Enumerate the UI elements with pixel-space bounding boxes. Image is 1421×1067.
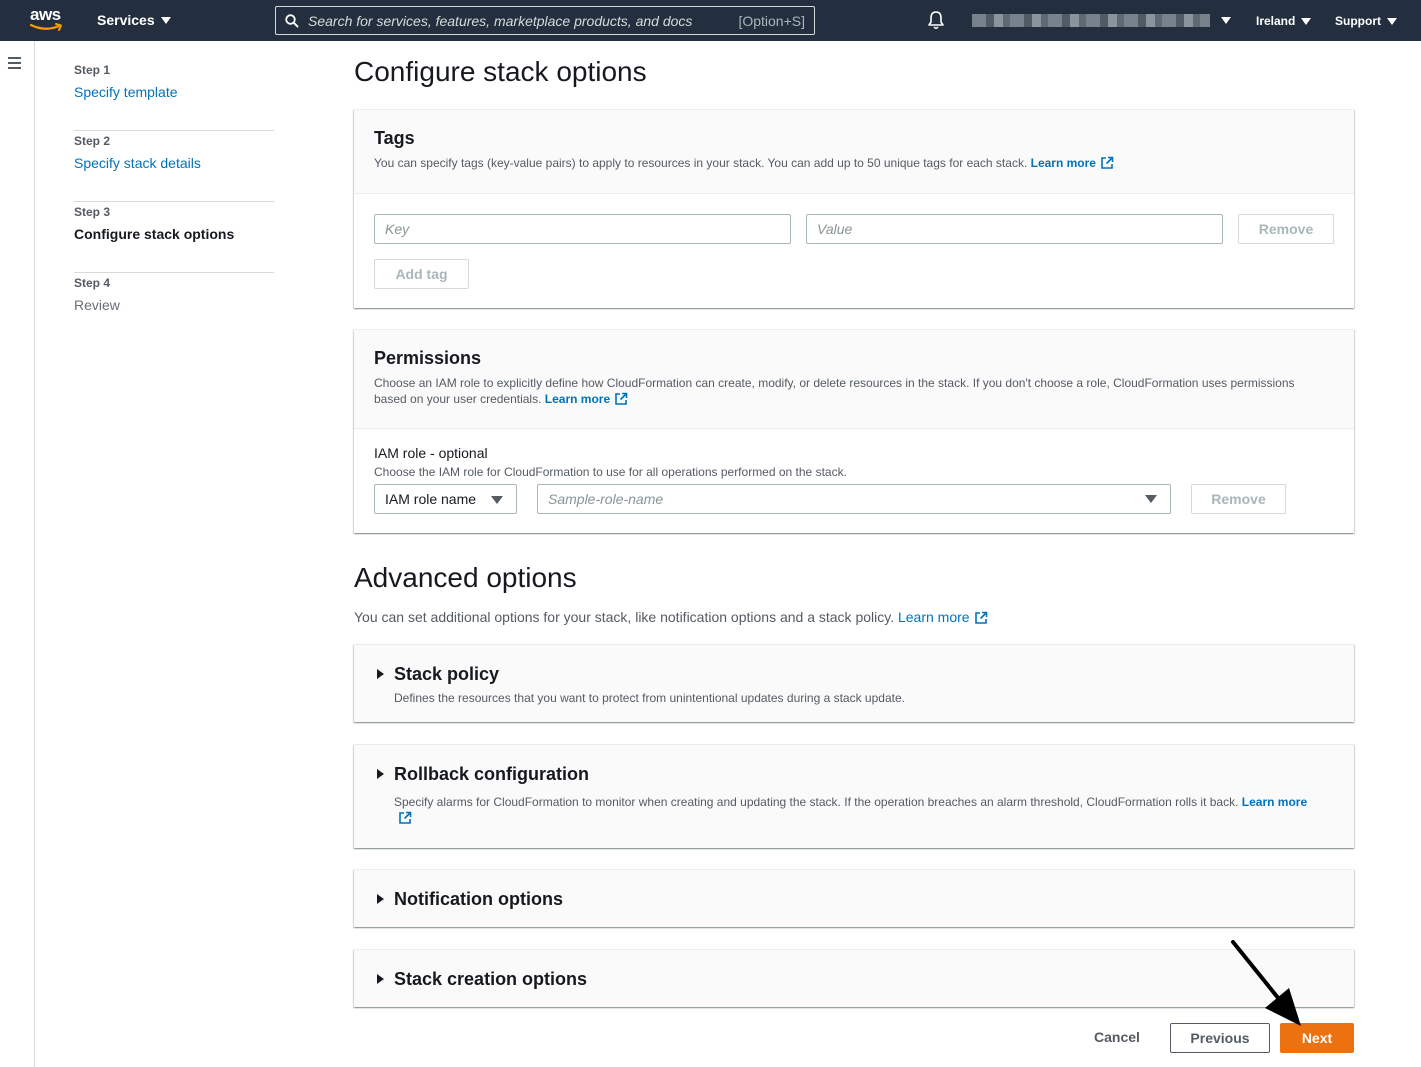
add-tag-button[interactable]: Add tag [374,259,469,289]
step-current-configure-stack-options: Configure stack options [74,226,235,242]
role-name-select[interactable]: Sample-role-name [537,484,1171,514]
step-number: Step 3 [74,205,111,219]
support-label: Support [1335,14,1381,28]
external-link-icon [615,392,628,405]
region-menu[interactable]: Ireland [1256,14,1312,28]
notification-options-section[interactable]: Notification options [354,869,1354,927]
step-review: Review [74,297,120,313]
step-2: Step 2 Specify stack details [74,131,274,202]
step-1: Step 1 Specify template [74,60,274,131]
expand-triangle-icon [377,894,384,904]
services-label: Services [97,12,155,28]
step-4: Step 4 Review [74,273,274,344]
stack-creation-options-section[interactable]: Stack creation options [354,949,1354,1007]
external-link-icon [974,611,987,624]
step-number: Step 4 [74,276,111,290]
external-link-icon [399,811,412,824]
advanced-learn-more-link[interactable]: Learn more [898,609,988,625]
caret-down-icon [1387,17,1397,25]
iam-role-type-value: IAM role name [385,491,477,507]
step-link-specify-stack-details[interactable]: Specify stack details [74,153,274,173]
role-remove-button[interactable]: Remove [1191,484,1286,514]
learn-more-label: Learn more [897,609,970,625]
expand-triangle-icon [377,769,384,779]
rollback-configuration-section[interactable]: Rollback configuration Specify alarms fo… [354,744,1354,848]
search-placeholder: Search for services, features, marketpla… [308,12,693,29]
search-icon [285,13,299,28]
cancel-button[interactable]: Cancel [1094,1029,1140,1045]
tags-description-text: You can specify tags (key-value pairs) t… [374,156,1028,170]
iam-role-type-select[interactable]: IAM role name [374,484,517,514]
tag-value-input[interactable]: Value [806,214,1223,244]
step-number: Step 2 [74,134,111,148]
tag-remove-button[interactable]: Remove [1238,214,1334,244]
advanced-description-text: You can set additional options for your … [354,609,895,625]
rollback-title: Rollback configuration [394,764,590,784]
smile-icon [30,23,62,31]
support-menu[interactable]: Support [1335,14,1397,28]
notification-title: Notification options [394,889,563,909]
advanced-options-description: You can set additional options for your … [354,609,988,625]
permissions-learn-more-link[interactable]: Learn more [545,392,628,406]
logo-text: aws [30,5,61,24]
top-nav: aws Services Search for services, featur… [0,0,1421,41]
page-title: Configure stack options [354,56,647,87]
caret-down-icon [1301,17,1312,25]
search-input[interactable]: Search for services, features, marketpla… [275,6,815,35]
permissions-description: Choose an IAM role to explicitly define … [374,375,1324,407]
learn-more-label: Learn more [544,392,611,406]
stack-policy-section[interactable]: Stack policy Defines the resources that … [354,644,1354,722]
step-link-specify-template[interactable]: Specify template [74,82,274,102]
account-menu-redacted[interactable] [972,14,1210,27]
external-link-icon [1101,156,1114,169]
services-menu[interactable]: Services [97,12,171,28]
role-name-placeholder: Sample-role-name [548,491,664,507]
aws-logo[interactable]: aws [30,6,66,34]
account-caret-icon[interactable] [1221,17,1231,24]
region-label: Ireland [1256,14,1296,28]
side-rail [0,41,35,1067]
iam-role-label: IAM role - optional [374,445,488,461]
menu-icon[interactable] [8,57,21,72]
tag-key-input[interactable]: Key [374,214,791,244]
learn-more-label: Learn more [1241,795,1308,809]
step-3: Step 3 Configure stack options [74,202,274,273]
tags-description: You can specify tags (key-value pairs) t… [374,155,1334,171]
permissions-panel: Permissions Choose an IAM role to explic… [354,329,1354,533]
advanced-options-title: Advanced options [354,562,577,593]
bell-icon[interactable] [927,10,945,30]
caret-down-icon [1145,495,1157,503]
stack-policy-title: Stack policy [394,664,500,684]
tags-title: Tags [374,128,415,148]
tags-learn-more-link[interactable]: Learn more [1031,156,1114,170]
wizard-steps: Step 1 Specify template Step 2 Specify s… [74,60,274,344]
stack-creation-title: Stack creation options [394,969,588,989]
learn-more-label: Learn more [1030,156,1096,170]
tags-panel: Tags You can specify tags (key-value pai… [354,109,1354,308]
caret-down-icon [160,16,171,24]
iam-role-hint: Choose the IAM role for CloudFormation t… [374,465,847,479]
permissions-title: Permissions [374,348,482,368]
permissions-description-text: Choose an IAM role to explicitly define … [374,376,1295,406]
expand-triangle-icon [377,974,384,984]
search-shortcut: [Option+S] [738,12,805,29]
permissions-header: Permissions Choose an IAM role to explic… [354,330,1354,429]
step-number: Step 1 [74,63,111,77]
expand-triangle-icon [377,669,384,679]
annotation-arrow-icon [1231,940,1301,1026]
caret-down-icon [491,496,503,504]
tags-header: Tags You can specify tags (key-value pai… [354,110,1354,194]
rollback-description-text: Specify alarms for CloudFormation to mon… [394,795,1239,809]
stack-policy-description: Defines the resources that you want to p… [394,691,905,705]
rollback-description: Specify alarms for CloudFormation to mon… [394,794,1314,826]
